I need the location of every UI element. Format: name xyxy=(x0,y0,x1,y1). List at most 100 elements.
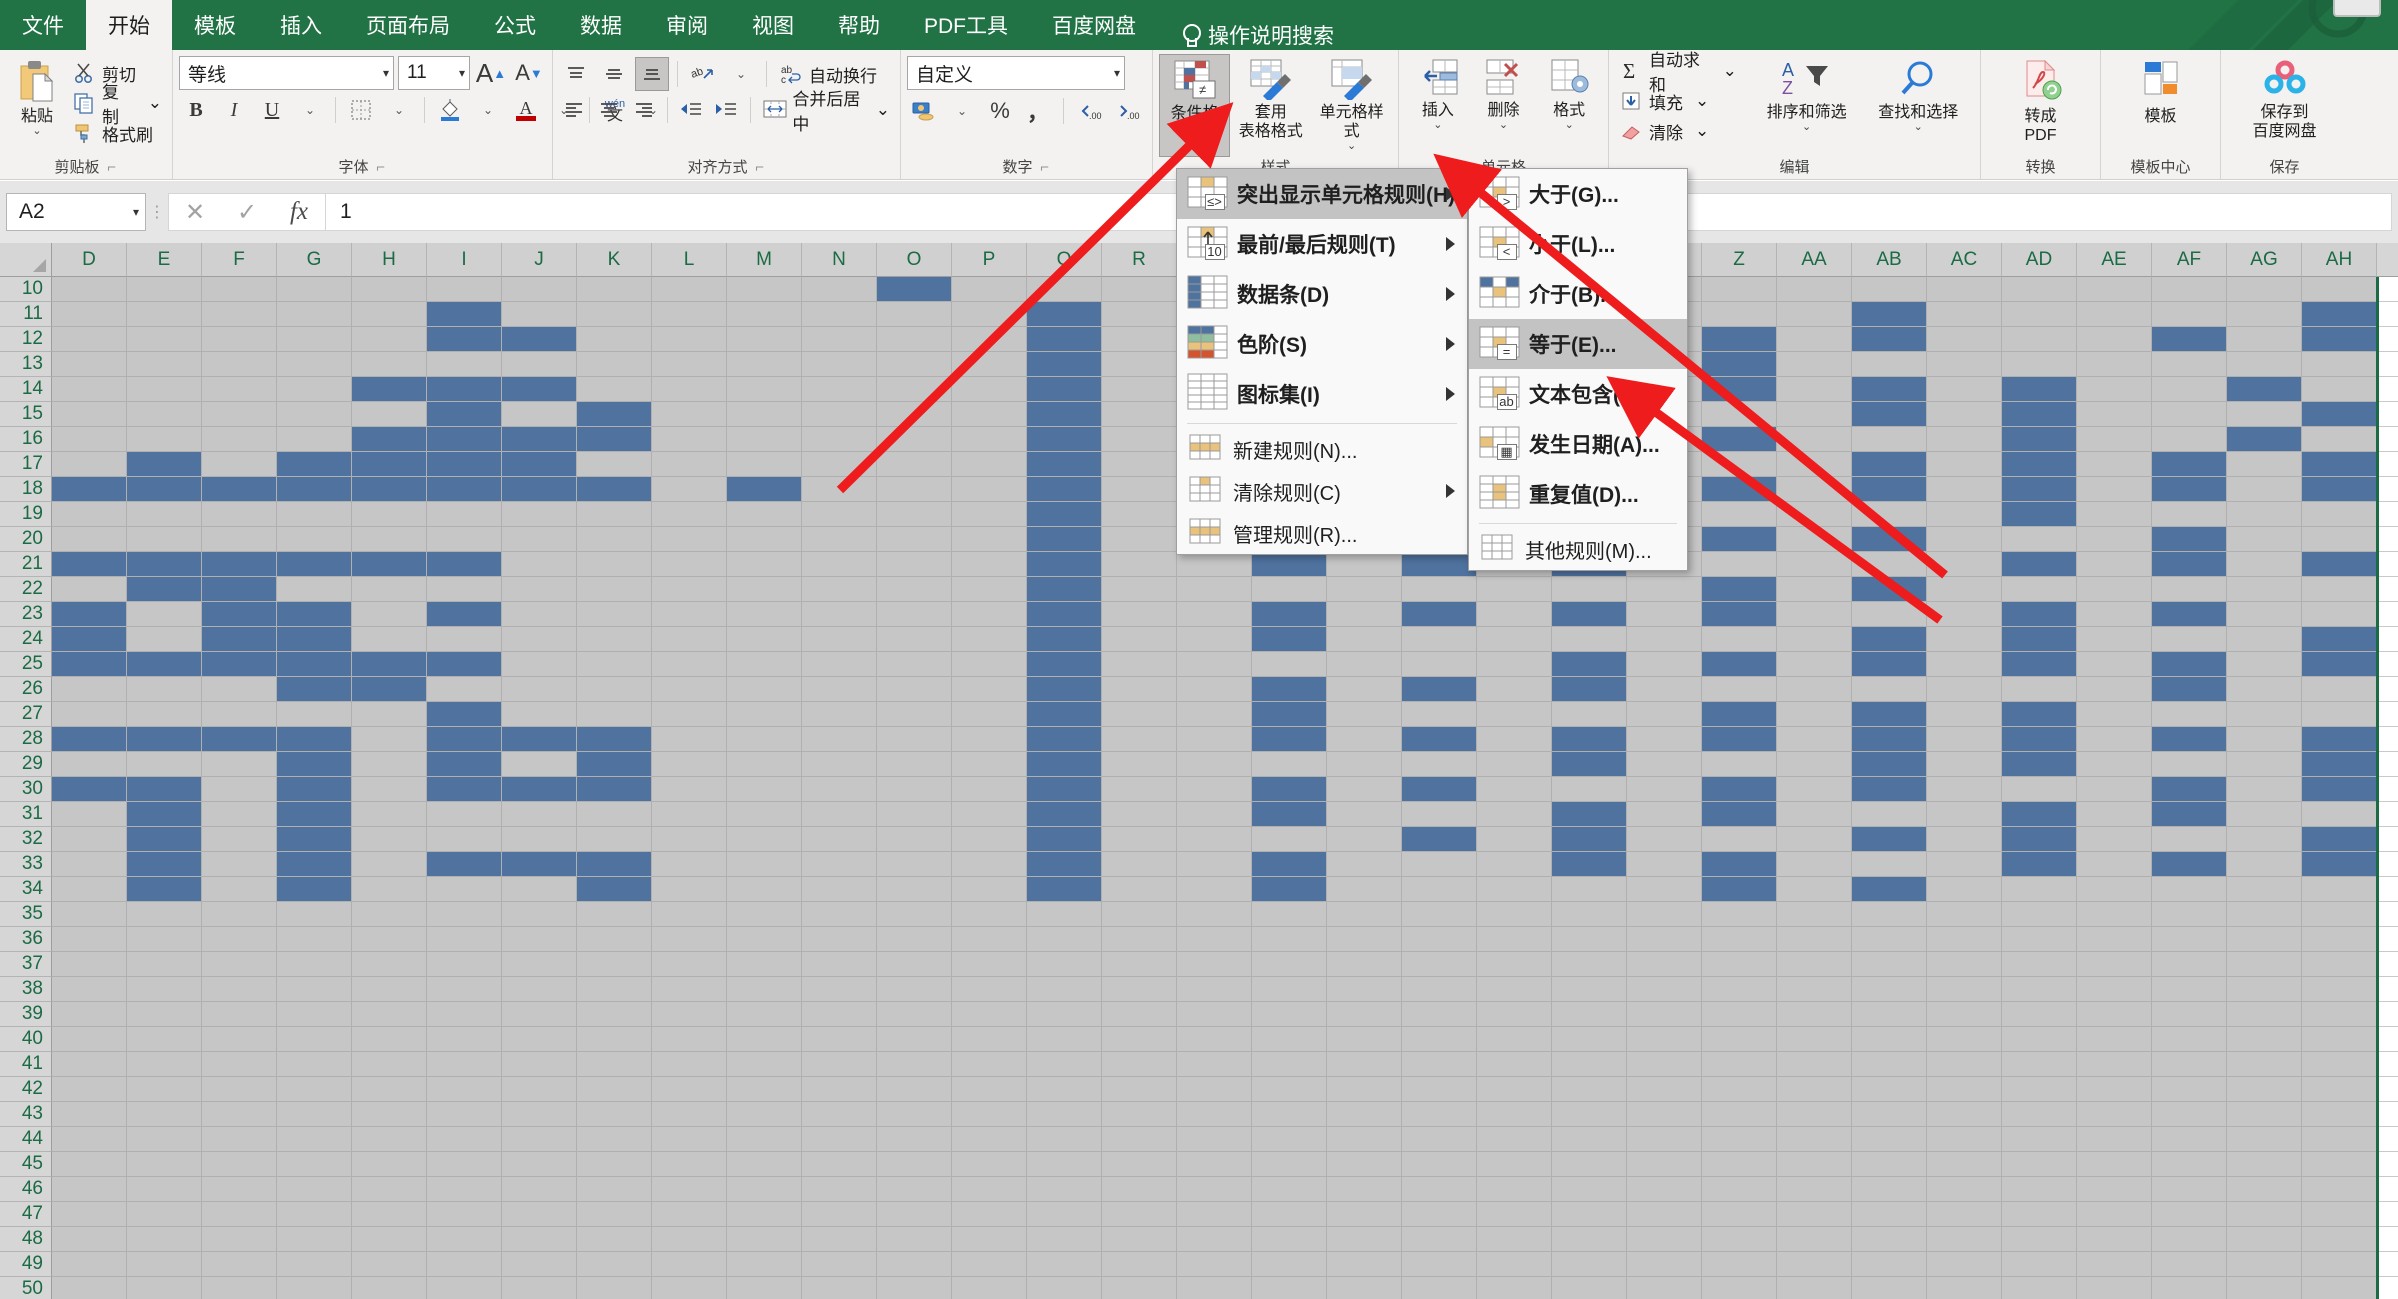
cell-AA35[interactable] xyxy=(1777,902,1852,927)
cell-N14[interactable] xyxy=(802,377,877,402)
cell-W48[interactable] xyxy=(1477,1227,1552,1252)
cell-L41[interactable] xyxy=(652,1052,727,1077)
cell-E24[interactable] xyxy=(127,627,202,652)
cell-W40[interactable] xyxy=(1477,1027,1552,1052)
cell-AA34[interactable] xyxy=(1777,877,1852,902)
chevron-down-icon[interactable]: ⌄ xyxy=(148,93,162,113)
cell-X23[interactable] xyxy=(1552,602,1627,627)
cell-Z45[interactable] xyxy=(1702,1152,1777,1177)
cell-N35[interactable] xyxy=(802,902,877,927)
cell-AE50[interactable] xyxy=(2077,1277,2152,1299)
cell-T50[interactable] xyxy=(1252,1277,1327,1299)
cell-D26[interactable] xyxy=(52,677,127,702)
insert-function-button[interactable]: fx xyxy=(273,194,325,230)
row-header-11[interactable]: 11 xyxy=(0,302,52,327)
cell-P17[interactable] xyxy=(952,452,1027,477)
cell-G21[interactable] xyxy=(277,552,352,577)
cell-Z11[interactable] xyxy=(1702,302,1777,327)
cell-AG28[interactable] xyxy=(2227,727,2302,752)
align-middle-button[interactable] xyxy=(597,57,631,91)
cell-Z26[interactable] xyxy=(1702,677,1777,702)
cell-AG34[interactable] xyxy=(2227,877,2302,902)
cell-K42[interactable] xyxy=(577,1077,652,1102)
cell-I17[interactable] xyxy=(427,452,502,477)
cell-AA45[interactable] xyxy=(1777,1152,1852,1177)
cell-W31[interactable] xyxy=(1477,802,1552,827)
cell-V38[interactable] xyxy=(1402,977,1477,1002)
shrink-font-button[interactable]: A ▼ xyxy=(512,56,546,90)
cell-U33[interactable] xyxy=(1327,852,1402,877)
cell-AG36[interactable] xyxy=(2227,927,2302,952)
cell-AG41[interactable] xyxy=(2227,1052,2302,1077)
cell-AE14[interactable] xyxy=(2077,377,2152,402)
cell-X41[interactable] xyxy=(1552,1052,1627,1077)
cell-G29[interactable] xyxy=(277,752,352,777)
cell-S39[interactable] xyxy=(1177,1002,1252,1027)
cell-M24[interactable] xyxy=(727,627,802,652)
cell-O41[interactable] xyxy=(877,1052,952,1077)
cell-AD44[interactable] xyxy=(2002,1127,2077,1152)
cell-E14[interactable] xyxy=(127,377,202,402)
cell-AC21[interactable] xyxy=(1927,552,2002,577)
cell-AH11[interactable] xyxy=(2302,302,2377,327)
cell-J50[interactable] xyxy=(502,1277,577,1299)
cell-F23[interactable] xyxy=(202,602,277,627)
cell-Y26[interactable] xyxy=(1627,677,1702,702)
cell-L21[interactable] xyxy=(652,552,727,577)
cell-W22[interactable] xyxy=(1477,577,1552,602)
chevron-down-icon[interactable]: ▾ xyxy=(133,205,139,219)
cell-Z28[interactable] xyxy=(1702,727,1777,752)
cell-F21[interactable] xyxy=(202,552,277,577)
insert-cells-button[interactable]: 插入 ⌄ xyxy=(1405,54,1471,134)
cell-AB48[interactable] xyxy=(1852,1227,1927,1252)
cell-AB36[interactable] xyxy=(1852,927,1927,952)
cell-AH10[interactable] xyxy=(2302,277,2377,302)
cell-AI31[interactable] xyxy=(2377,802,2398,827)
cell-J28[interactable] xyxy=(502,727,577,752)
cell-E44[interactable] xyxy=(127,1127,202,1152)
cancel-entry-button[interactable]: ✕ xyxy=(169,194,221,230)
ribbon-tab-9[interactable]: 帮助 xyxy=(816,0,902,50)
cell-O45[interactable] xyxy=(877,1152,952,1177)
cell-D21[interactable] xyxy=(52,552,127,577)
cell-AE49[interactable] xyxy=(2077,1252,2152,1277)
cell-N24[interactable] xyxy=(802,627,877,652)
cell-X44[interactable] xyxy=(1552,1127,1627,1152)
cell-AE23[interactable] xyxy=(2077,602,2152,627)
cell-K38[interactable] xyxy=(577,977,652,1002)
cell-K35[interactable] xyxy=(577,902,652,927)
row-header-31[interactable]: 31 xyxy=(0,802,52,827)
cell-O17[interactable] xyxy=(877,452,952,477)
cell-AI19[interactable] xyxy=(2377,502,2398,527)
row-header-25[interactable]: 25 xyxy=(0,652,52,677)
cell-L18[interactable] xyxy=(652,477,727,502)
fill-color-button[interactable] xyxy=(433,93,467,127)
cell-AF32[interactable] xyxy=(2152,827,2227,852)
cell-L11[interactable] xyxy=(652,302,727,327)
cell-N47[interactable] xyxy=(802,1202,877,1227)
column-header-I[interactable]: I xyxy=(427,243,502,277)
menu-item-less-than[interactable]: < 小于(L)... xyxy=(1469,219,1687,269)
cell-O22[interactable] xyxy=(877,577,952,602)
cell-AE21[interactable] xyxy=(2077,552,2152,577)
cell-G49[interactable] xyxy=(277,1252,352,1277)
cell-I11[interactable] xyxy=(427,302,502,327)
cell-Q44[interactable] xyxy=(1027,1127,1102,1152)
cell-AB18[interactable] xyxy=(1852,477,1927,502)
cell-E17[interactable] xyxy=(127,452,202,477)
cell-G48[interactable] xyxy=(277,1227,352,1252)
cell-P21[interactable] xyxy=(952,552,1027,577)
cell-L27[interactable] xyxy=(652,702,727,727)
cell-E32[interactable] xyxy=(127,827,202,852)
cell-S32[interactable] xyxy=(1177,827,1252,852)
cell-X28[interactable] xyxy=(1552,727,1627,752)
cell-F47[interactable] xyxy=(202,1202,277,1227)
row-header-44[interactable]: 44 xyxy=(0,1127,52,1152)
select-all-corner[interactable] xyxy=(0,243,52,277)
cell-H24[interactable] xyxy=(352,627,427,652)
cell-T42[interactable] xyxy=(1252,1077,1327,1102)
cell-AE18[interactable] xyxy=(2077,477,2152,502)
cell-AC50[interactable] xyxy=(1927,1277,2002,1299)
cell-P44[interactable] xyxy=(952,1127,1027,1152)
cell-Y36[interactable] xyxy=(1627,927,1702,952)
